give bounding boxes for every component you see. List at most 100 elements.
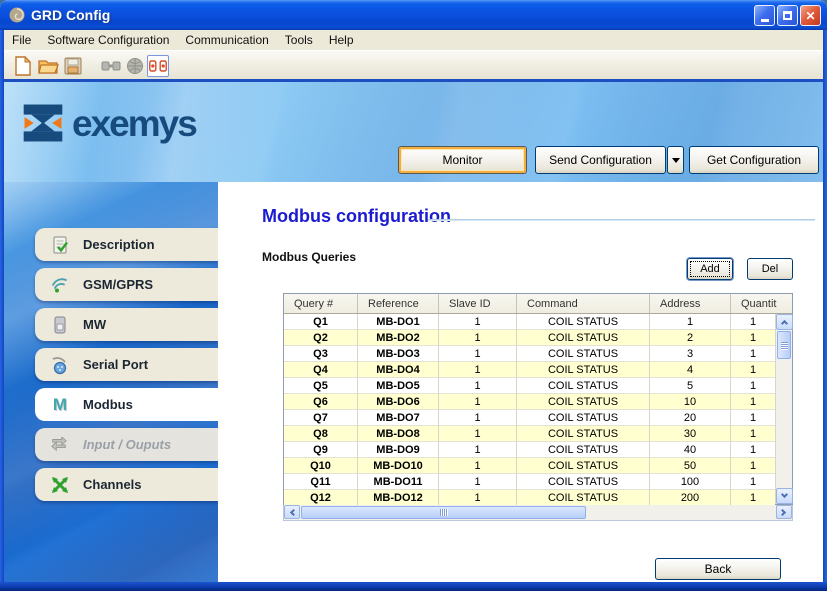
table-cell: COIL STATUS [517, 378, 650, 394]
table-cell: COIL STATUS [517, 474, 650, 490]
send-configuration-button[interactable]: Send Configuration [535, 146, 666, 174]
table-row[interactable]: Q9MB-DO91COIL STATUS401 [284, 442, 775, 458]
table-cell: COIL STATUS [517, 490, 650, 506]
minimize-icon [761, 19, 769, 22]
app-shell-icon [8, 6, 26, 24]
exemys-logo: exemys [22, 102, 196, 144]
window-border-right [823, 30, 827, 583]
table-row[interactable]: Q4MB-DO41COIL STATUS41 [284, 362, 775, 378]
title-bar[interactable]: GRD Config ✕ [0, 0, 827, 30]
horizontal-scrollbar-thumb[interactable] [301, 506, 586, 519]
table-cell: 40 [650, 442, 731, 458]
table-cell: Q2 [284, 330, 358, 346]
close-button[interactable]: ✕ [800, 5, 821, 26]
column-header[interactable]: Query # [284, 294, 358, 313]
table-row[interactable]: Q7MB-DO71COIL STATUS201 [284, 410, 775, 426]
menu-file[interactable]: File [4, 31, 39, 49]
network-button[interactable] [124, 55, 146, 77]
table-cell: COIL STATUS [517, 330, 650, 346]
modbus-queries-table: Query #ReferenceSlave IDCommandAddressQu… [283, 293, 793, 505]
chevron-down-icon [672, 158, 680, 163]
table-cell: Q9 [284, 442, 358, 458]
new-file-button[interactable] [12, 55, 34, 77]
table-cell: 1 [731, 474, 775, 490]
add-button[interactable]: Add [687, 258, 733, 280]
vertical-scrollbar-thumb[interactable] [777, 331, 791, 359]
table-cell: 1 [439, 490, 517, 506]
sidebar-item-gsm-gprs[interactable]: GSM/GPRS [35, 268, 218, 301]
get-configuration-button[interactable]: Get Configuration [689, 146, 819, 174]
column-header[interactable]: Address [650, 294, 731, 313]
column-header[interactable]: Reference [358, 294, 439, 313]
sidebar-item-serial-port[interactable]: Serial Port [35, 348, 218, 381]
column-header[interactable]: Command [517, 294, 650, 313]
sidebar-item-input-outputs: Input / Ouputs [35, 428, 218, 461]
table-row[interactable]: Q5MB-DO51COIL STATUS51 [284, 378, 775, 394]
table-cell: 1 [731, 490, 775, 506]
disconnect-button[interactable] [147, 55, 169, 77]
table-row[interactable]: Q12MB-DO121COIL STATUS2001 [284, 490, 775, 506]
open-file-button[interactable] [37, 55, 59, 77]
monitor-button[interactable]: Monitor [398, 146, 527, 174]
table-cell: Q8 [284, 426, 358, 442]
table-row[interactable]: Q10MB-DO101COIL STATUS501 [284, 458, 775, 474]
table-cell: 100 [650, 474, 731, 490]
table-cell: COIL STATUS [517, 442, 650, 458]
vertical-scrollbar-track[interactable] [776, 360, 792, 488]
table-row[interactable]: Q3MB-DO31COIL STATUS31 [284, 346, 775, 362]
table-cell: Q12 [284, 490, 358, 506]
sidebar-label: MW [83, 317, 106, 332]
scroll-up-button[interactable] [776, 314, 793, 330]
column-header[interactable]: Slave ID [439, 294, 517, 313]
horizontal-scrollbar-track[interactable] [586, 505, 776, 520]
sidebar-item-channels[interactable]: Channels [35, 468, 218, 501]
table-row[interactable]: Q6MB-DO61COIL STATUS101 [284, 394, 775, 410]
table-cell: COIL STATUS [517, 362, 650, 378]
table-cell: 5 [650, 378, 731, 394]
table-cell: 1 [439, 474, 517, 490]
vertical-scrollbar[interactable] [775, 314, 792, 504]
device-icon [49, 314, 71, 336]
back-button[interactable]: Back [655, 558, 781, 580]
sidebar-item-mw[interactable]: MW [35, 308, 218, 341]
table-cell: MB-DO9 [358, 442, 439, 458]
sidebar-label: Channels [83, 477, 142, 492]
del-button[interactable]: Del [747, 258, 793, 280]
column-header[interactable]: Quantit [731, 294, 792, 313]
sidebar-item-modbus[interactable]: M Modbus [35, 388, 218, 421]
send-configuration-dropdown-button[interactable] [667, 146, 684, 174]
connect-button[interactable] [100, 55, 122, 77]
table-cell: 4 [650, 362, 731, 378]
description-icon [49, 234, 71, 256]
scroll-down-button[interactable] [776, 488, 793, 504]
scroll-left-button[interactable] [284, 505, 300, 519]
save-button[interactable] [62, 55, 84, 77]
table-cell: MB-DO1 [358, 314, 439, 330]
minimize-button[interactable] [754, 5, 775, 26]
table-row[interactable]: Q2MB-DO21COIL STATUS21 [284, 330, 775, 346]
table-row[interactable]: Q8MB-DO81COIL STATUS301 [284, 426, 775, 442]
sidebar-label: Serial Port [83, 357, 148, 372]
maximize-icon [783, 11, 792, 20]
scroll-right-button[interactable] [776, 505, 792, 519]
table-row[interactable]: Q11MB-DO111COIL STATUS1001 [284, 474, 775, 490]
table-cell: Q1 [284, 314, 358, 330]
save-icon [64, 57, 82, 75]
table-cell: 1 [439, 410, 517, 426]
modbus-icon: M [49, 394, 71, 416]
menu-communication[interactable]: Communication [177, 31, 276, 49]
table-cell: 1 [731, 442, 775, 458]
menu-tools[interactable]: Tools [277, 31, 321, 49]
table-cell: Q10 [284, 458, 358, 474]
menu-software-configuration[interactable]: Software Configuration [39, 31, 177, 49]
menu-help[interactable]: Help [321, 31, 362, 49]
get-configuration-label: Get Configuration [707, 153, 801, 167]
sidebar-item-description[interactable]: Description [35, 228, 218, 261]
table-cell: 1 [731, 426, 775, 442]
table-cell: 1 [439, 378, 517, 394]
table-cell: 1 [731, 378, 775, 394]
horizontal-scrollbar[interactable] [283, 505, 793, 521]
table-header-row: Query #ReferenceSlave IDCommandAddressQu… [284, 294, 792, 314]
table-row[interactable]: Q1MB-DO11COIL STATUS11 [284, 314, 775, 330]
maximize-button[interactable] [777, 5, 798, 26]
